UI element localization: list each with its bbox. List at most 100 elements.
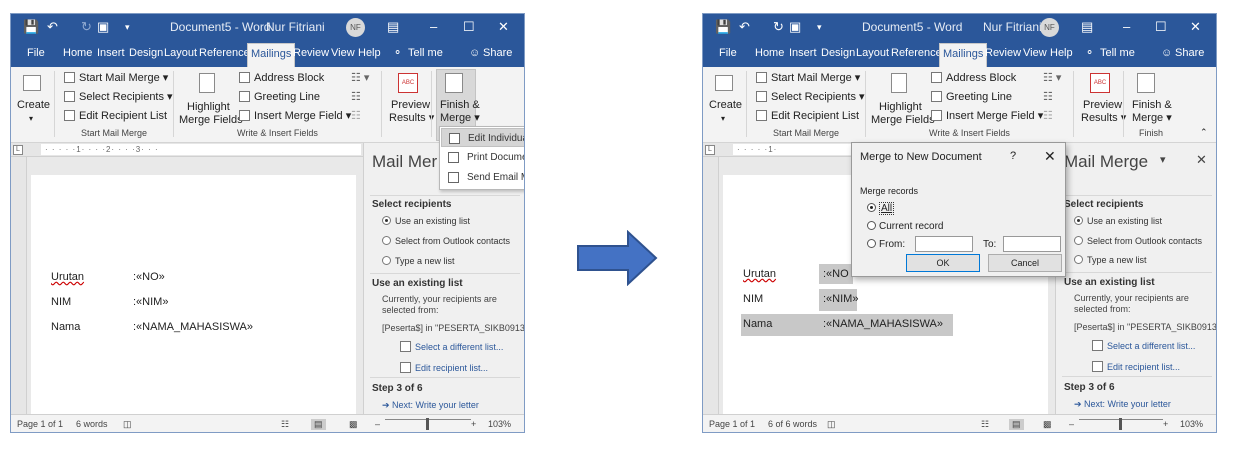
create-button[interactable]: Create bbox=[709, 98, 742, 112]
pane-options-icon[interactable]: ▾ bbox=[1160, 153, 1166, 166]
share-button[interactable]: Share bbox=[483, 46, 512, 60]
edit-recipient-list-link[interactable]: Edit recipient list... bbox=[400, 362, 488, 373]
close-icon[interactable]: ✕ bbox=[1190, 19, 1201, 35]
tab-home[interactable]: Home bbox=[63, 46, 92, 60]
picture-icon[interactable]: ▣ bbox=[97, 19, 109, 35]
customize-qat-icon[interactable]: ▾ bbox=[817, 19, 822, 35]
match-fields-icon[interactable]: ☷ bbox=[1043, 90, 1053, 104]
zoom-out-button[interactable]: – bbox=[375, 419, 380, 429]
tab-layout[interactable]: Layout bbox=[856, 46, 889, 60]
merge-fields-label[interactable]: Merge Fields bbox=[871, 113, 935, 127]
radio-current-record[interactable]: Current record bbox=[867, 221, 943, 232]
page-count[interactable]: Page 1 of 1 bbox=[17, 419, 63, 429]
next-step-link[interactable]: ➔ Next: Write your letter bbox=[382, 400, 479, 411]
highlight-merge-fields-label[interactable]: Highlight bbox=[879, 100, 922, 114]
redo-icon[interactable]: ↻ bbox=[81, 19, 92, 35]
finish-merge-label[interactable]: Merge ▾ bbox=[1132, 111, 1172, 125]
greeting-line-button[interactable]: Greeting Line bbox=[239, 90, 320, 104]
proofing-icon[interactable]: ◫ bbox=[827, 419, 836, 430]
rules-icon[interactable]: ☷ ▾ bbox=[351, 71, 369, 85]
start-mail-merge-button[interactable]: Start Mail Merge ▾ bbox=[756, 71, 860, 85]
ribbon-display-icon[interactable]: ▤ bbox=[387, 19, 399, 35]
minimize-icon[interactable]: – bbox=[430, 19, 437, 35]
edit-recipient-list-button[interactable]: Edit Recipient List bbox=[756, 109, 859, 123]
insert-merge-field-button[interactable]: Insert Merge Field ▾ bbox=[931, 109, 1043, 123]
tab-file[interactable]: File bbox=[719, 46, 737, 60]
menu-send-email-messages[interactable]: Send Email Messages... bbox=[441, 168, 524, 187]
undo-icon[interactable]: ↶ bbox=[739, 19, 750, 35]
tab-design[interactable]: Design bbox=[821, 46, 855, 60]
radio-outlook-contacts[interactable]: Select from Outlook contacts bbox=[382, 236, 510, 246]
finish-merge-button[interactable]: Finish & bbox=[440, 98, 480, 112]
next-step-link[interactable]: ➔ Next: Write your letter bbox=[1074, 399, 1171, 410]
zoom-thumb[interactable] bbox=[426, 418, 429, 430]
merge-field-nim[interactable]: :«NIM» bbox=[823, 293, 858, 305]
menu-print-documents[interactable]: Print Documents... bbox=[441, 148, 524, 167]
from-input[interactable] bbox=[915, 236, 973, 252]
tab-file[interactable]: File bbox=[27, 46, 45, 60]
read-mode-icon[interactable]: ☷ bbox=[281, 419, 289, 430]
collapse-ribbon-icon[interactable]: ⌃ bbox=[1200, 125, 1208, 139]
edit-recipient-list-button[interactable]: Edit Recipient List bbox=[64, 109, 167, 123]
edit-recipient-list-link[interactable]: Edit recipient list... bbox=[1092, 361, 1180, 372]
proofing-icon[interactable]: ◫ bbox=[123, 419, 132, 430]
minimize-icon[interactable]: – bbox=[1123, 19, 1130, 35]
web-layout-icon[interactable]: ▩ bbox=[1043, 419, 1052, 430]
tab-view[interactable]: View bbox=[1023, 46, 1047, 60]
zoom-level[interactable]: 103% bbox=[488, 419, 511, 429]
zoom-in-button[interactable]: + bbox=[1163, 419, 1168, 429]
tab-insert[interactable]: Insert bbox=[789, 46, 817, 60]
insert-merge-field-button[interactable]: Insert Merge Field ▾ bbox=[239, 109, 351, 123]
tab-selector[interactable]: L bbox=[13, 145, 23, 155]
page-count[interactable]: Page 1 of 1 bbox=[709, 419, 755, 429]
preview-results-button[interactable]: Preview bbox=[1083, 98, 1122, 112]
tab-tell-me[interactable]: Tell me bbox=[1100, 46, 1135, 60]
select-recipients-button[interactable]: Select Recipients ▾ bbox=[756, 90, 865, 104]
redo-icon[interactable]: ↻ bbox=[773, 19, 784, 35]
select-different-list-link[interactable]: Select a different list... bbox=[400, 341, 503, 352]
tab-mailings[interactable]: Mailings bbox=[939, 43, 988, 67]
tab-help[interactable]: Help bbox=[1050, 46, 1073, 60]
finish-merge-button[interactable]: Finish & bbox=[1132, 98, 1172, 112]
tab-view[interactable]: View bbox=[331, 46, 355, 60]
radio-use-existing[interactable]: Use an existing list bbox=[1074, 216, 1162, 226]
merge-fields-label[interactable]: Merge Fields bbox=[179, 113, 243, 127]
avatar[interactable]: NF bbox=[346, 18, 365, 37]
start-mail-merge-button[interactable]: Start Mail Merge ▾ bbox=[64, 71, 168, 85]
tab-help[interactable]: Help bbox=[358, 46, 381, 60]
pane-close-icon[interactable]: ✕ bbox=[1196, 152, 1207, 168]
tab-tell-me[interactable]: Tell me bbox=[408, 46, 443, 60]
save-icon[interactable]: 💾 bbox=[715, 19, 731, 35]
to-input[interactable] bbox=[1003, 236, 1061, 252]
zoom-out-button[interactable]: – bbox=[1069, 419, 1074, 429]
radio-from[interactable]: From: bbox=[867, 239, 905, 250]
tab-design[interactable]: Design bbox=[129, 46, 163, 60]
ok-button[interactable]: OK bbox=[906, 254, 980, 272]
address-block-button[interactable]: Address Block bbox=[239, 71, 324, 85]
help-button[interactable]: ? bbox=[1010, 150, 1016, 162]
finish-merge-label[interactable]: Merge ▾ bbox=[440, 111, 480, 125]
close-icon[interactable]: ✕ bbox=[498, 19, 509, 35]
select-recipients-button[interactable]: Select Recipients ▾ bbox=[64, 90, 173, 104]
merge-field-nama[interactable]: :«NAMA_MAHASISWA» bbox=[133, 321, 253, 333]
zoom-in-button[interactable]: + bbox=[471, 419, 476, 429]
greeting-line-button[interactable]: Greeting Line bbox=[931, 90, 1012, 104]
menu-edit-individual-documents[interactable]: Edit Individual Documents... bbox=[441, 128, 524, 147]
tab-references[interactable]: Reference: bbox=[891, 46, 945, 60]
user-name[interactable]: Nur Fitriani bbox=[266, 20, 325, 34]
select-different-list-link[interactable]: Select a different list... bbox=[1092, 340, 1195, 351]
tab-review[interactable]: Review bbox=[293, 46, 329, 60]
maximize-icon[interactable]: ☐ bbox=[1155, 19, 1167, 35]
ribbon-display-icon[interactable]: ▤ bbox=[1081, 19, 1093, 35]
radio-outlook-contacts[interactable]: Select from Outlook contacts bbox=[1074, 236, 1202, 246]
merge-field-nama[interactable]: :«NAMA_MAHASISWA» bbox=[823, 318, 943, 330]
highlight-merge-fields-label[interactable]: Highlight bbox=[187, 100, 230, 114]
tab-home[interactable]: Home bbox=[755, 46, 784, 60]
word-count[interactable]: 6 words bbox=[76, 419, 108, 429]
tab-mailings[interactable]: Mailings bbox=[247, 43, 296, 67]
merge-field-nim[interactable]: :«NIM» bbox=[133, 296, 168, 308]
zoom-level[interactable]: 103% bbox=[1180, 419, 1203, 429]
merge-field-no[interactable]: :«NO bbox=[823, 268, 849, 280]
tab-selector[interactable]: L bbox=[705, 145, 715, 155]
radio-new-list[interactable]: Type a new list bbox=[382, 256, 455, 266]
